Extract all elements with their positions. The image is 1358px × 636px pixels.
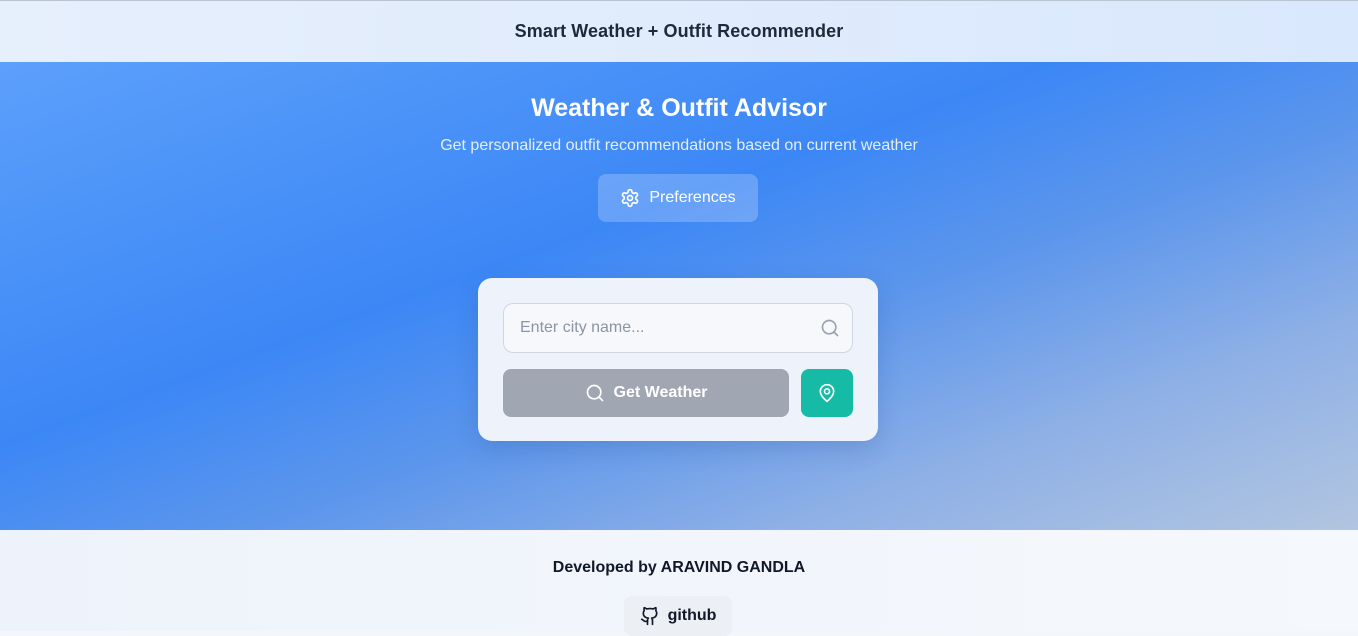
map-pin-icon [819,383,835,403]
search-card: Get Weather [478,278,878,441]
app-footer: Developed by ARAVIND GANDLA github [0,530,1358,636]
hero-subtitle: Get personalized outfit recommendations … [440,137,918,154]
get-weather-button[interactable]: Get Weather [503,369,789,417]
city-search-input[interactable] [504,304,814,352]
get-weather-label: Get Weather [613,384,708,401]
city-search-box [503,303,853,353]
gear-icon [622,188,639,208]
github-label: github [667,607,717,624]
use-location-button[interactable] [801,369,853,417]
preferences-button[interactable]: Preferences [598,174,758,222]
developer-credit: Developed by ARAVIND GANDLA [552,559,806,576]
search-icon [586,384,603,402]
app-header: Smart Weather + Outfit Recommender [0,0,1358,62]
app-title: Smart Weather + Outfit Recommender [514,21,844,41]
hero-title: Weather & Outfit Advisor [531,94,827,122]
github-link[interactable]: github [624,596,732,636]
hero-section: Weather & Outfit Advisor Get personalize… [0,62,1358,530]
search-icon [821,319,839,337]
github-icon [640,606,658,626]
preferences-label: Preferences [649,189,736,206]
